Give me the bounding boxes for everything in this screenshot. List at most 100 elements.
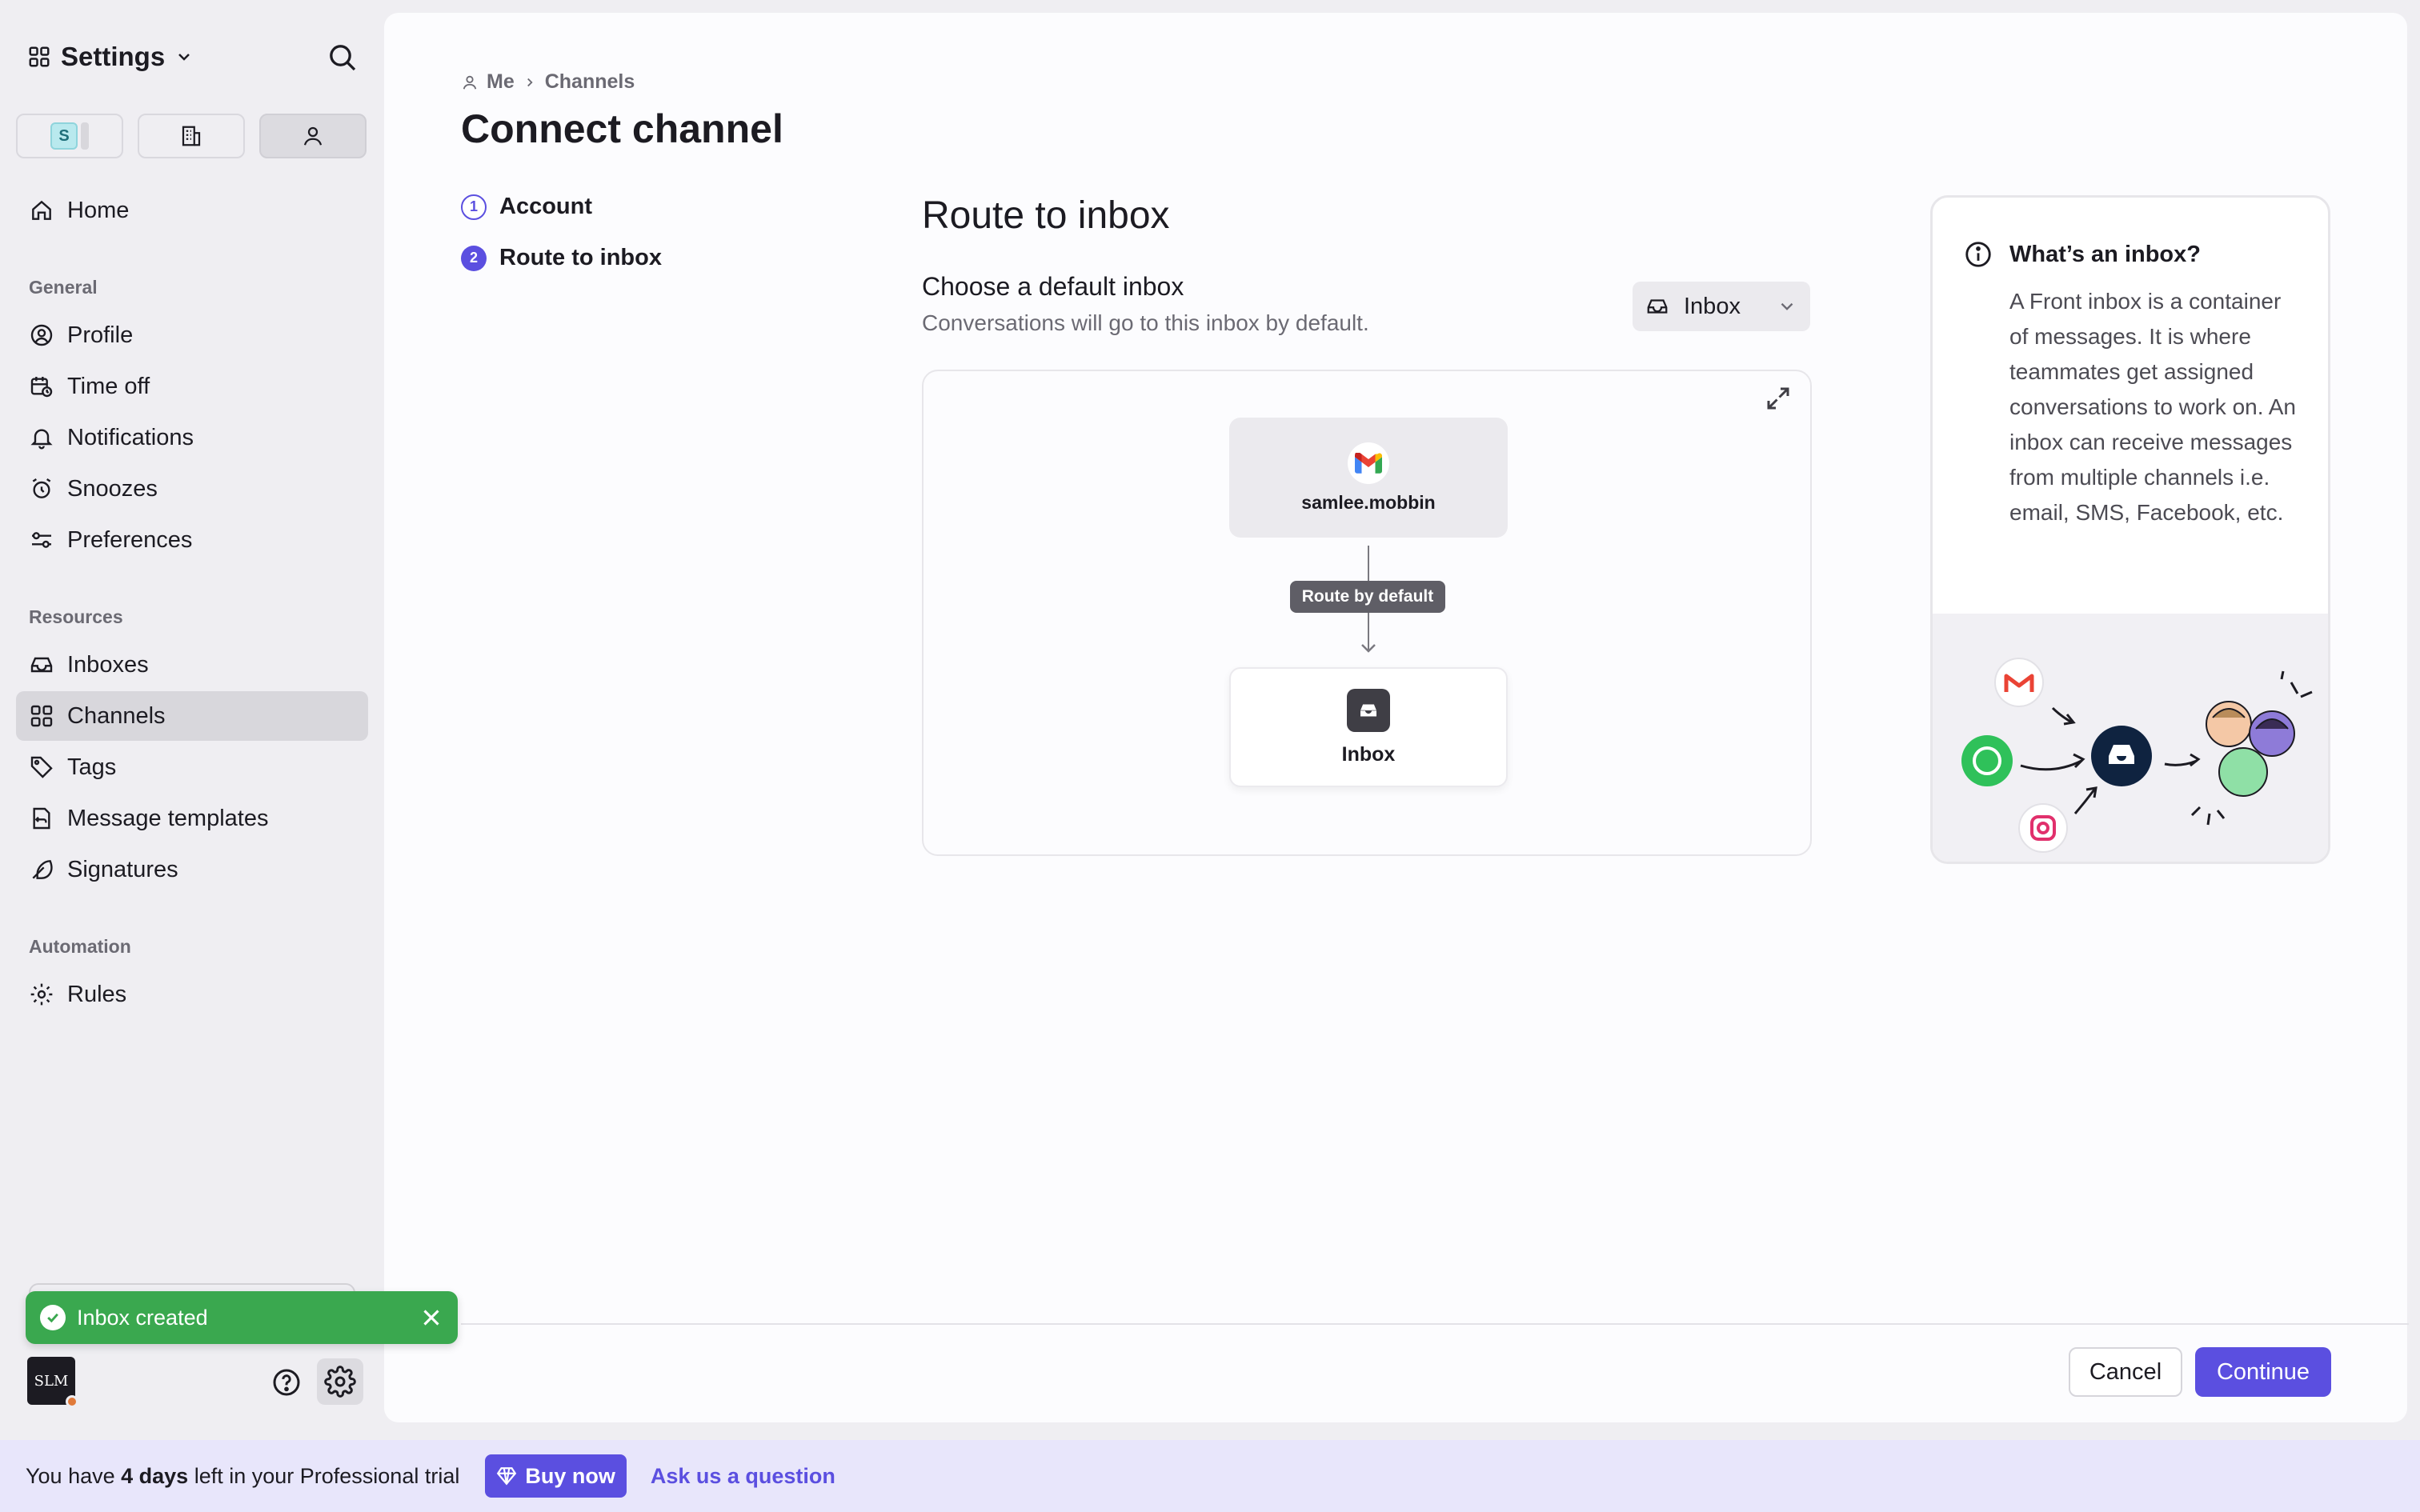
default-inbox-label: Choose a default inbox: [922, 272, 1184, 301]
inbox-icon: [1347, 688, 1390, 732]
settings-menu-button[interactable]: Settings: [27, 42, 194, 72]
inbox-select-value: Inbox: [1684, 293, 1741, 319]
sidebar-item-label: Time off: [67, 373, 150, 399]
target-inbox-card: Inbox: [1229, 667, 1508, 787]
avatar[interactable]: SLM: [27, 1357, 78, 1408]
sidebar-item-home[interactable]: Home: [16, 186, 368, 235]
sidebar-item-time-off[interactable]: Time off: [16, 362, 368, 411]
settings-button[interactable]: [317, 1358, 363, 1405]
buy-now-button[interactable]: Buy now: [485, 1454, 627, 1498]
breadcrumb-channels[interactable]: Channels: [545, 70, 635, 94]
default-inbox-description: Conversations will go to this inbox by d…: [922, 310, 1369, 335]
bell-icon: [30, 429, 53, 450]
sidebar-item-inboxes[interactable]: Inboxes: [16, 640, 368, 690]
diamond-icon: [497, 1467, 517, 1486]
sidebar-item-label: Inboxes: [67, 651, 149, 678]
feather-pen-icon: [32, 860, 53, 879]
info-card-body: A Front inbox is a container of messages…: [2009, 289, 2296, 525]
sidebar-item-label: Tags: [67, 754, 117, 780]
expand-button[interactable]: [1764, 384, 1796, 416]
inbox-icon: [1647, 299, 1668, 314]
sidebar-item-label: Message templates: [67, 805, 269, 831]
sidebar-item-rules[interactable]: Rules: [16, 970, 368, 1019]
sidebar-item-notifications[interactable]: Notifications: [16, 413, 368, 462]
sidebar-item-channels[interactable]: Channels: [16, 691, 368, 741]
document-reply-icon: [33, 807, 50, 830]
sidebar-item-label: Notifications: [67, 424, 194, 450]
user-circle-icon: [30, 324, 53, 346]
source-channel-label: samlee.mobbin: [1301, 491, 1436, 513]
sidebar-item-signatures[interactable]: Signatures: [16, 845, 368, 894]
trial-suffix: left in your Professional trial: [188, 1463, 460, 1488]
workspace-avatar-stack: [81, 122, 89, 150]
routing-diagram: samlee.mobbin Route by default Inbox: [922, 370, 1812, 856]
page-title: Connect channel: [461, 106, 783, 151]
tag-icon: [30, 756, 53, 778]
sidebar-item-message-templates[interactable]: Message templates: [16, 794, 368, 843]
avatar-initials: SLM: [34, 1372, 69, 1390]
home-icon: [32, 200, 51, 220]
building-icon: [182, 126, 201, 146]
continue-button[interactable]: Continue: [2195, 1347, 2331, 1397]
sidebar-item-tags[interactable]: Tags: [16, 742, 368, 792]
question-circle-icon: [273, 1369, 300, 1396]
sidebar-footer: SLM: [27, 1357, 363, 1408]
sidebar-item-label: Snoozes: [67, 475, 158, 502]
chevron-down-icon: [178, 54, 190, 61]
sidebar: Settings S Home General Profile Time off…: [0, 0, 384, 1440]
sidebar-item-label: Rules: [67, 981, 127, 1007]
cancel-button[interactable]: Cancel: [2069, 1347, 2182, 1397]
me-tab[interactable]: [259, 114, 367, 158]
footer-divider: [461, 1323, 2409, 1325]
arrow-down-icon: [1361, 644, 1376, 653]
alarm-clock-icon: [32, 478, 51, 498]
expand-icon: [1767, 387, 1789, 410]
search-icon: [330, 45, 356, 71]
gear-icon: [30, 983, 53, 1006]
info-icon: [1965, 242, 1991, 267]
section-title: Route to inbox: [922, 194, 1170, 237]
workspace-avatar: S: [50, 122, 78, 150]
breadcrumb: Me Channels: [461, 70, 635, 94]
info-card: What’s an inbox? A Front inbox is a cont…: [1930, 195, 2330, 864]
step-route-to-inbox[interactable]: 2 Route to inbox: [461, 245, 662, 271]
company-tab[interactable]: [138, 114, 245, 158]
status-dot: [66, 1395, 78, 1408]
sidebar-item-label: Channels: [67, 702, 166, 729]
info-card-header: What’s an inbox?: [1963, 239, 2201, 270]
route-badge: Route by default: [1290, 581, 1445, 613]
gmail-icon: [1348, 442, 1389, 484]
target-inbox-label: Inbox: [1341, 742, 1396, 766]
inbox-select[interactable]: Inbox: [1633, 282, 1810, 331]
main-panel: Me Channels Connect channel 1 Account 2 …: [384, 13, 2409, 1422]
search-button[interactable]: [327, 42, 362, 77]
step-label: Route to inbox: [499, 245, 662, 270]
sliders-icon: [32, 532, 51, 548]
grid-icon: [30, 705, 53, 727]
channels-illustration: [1933, 614, 2328, 862]
gear-icon: [324, 1366, 356, 1398]
sidebar-item-snoozes[interactable]: Snoozes: [16, 464, 368, 514]
breadcrumb-me[interactable]: Me: [487, 70, 515, 94]
sidebar-item-label: Preferences: [67, 526, 193, 553]
sidebar-item-preferences[interactable]: Preferences: [16, 515, 368, 565]
inbox-icon: [30, 657, 53, 673]
sidebar-tabs: S: [16, 114, 367, 158]
sidebar-item-label: Signatures: [67, 856, 178, 882]
channels-illustration-graphic: [1961, 658, 2313, 853]
step-number: 2: [461, 245, 487, 271]
trial-days: 4 days: [121, 1463, 189, 1488]
ask-question-link[interactable]: Ask us a question: [651, 1464, 835, 1489]
chevron-right-icon: [527, 78, 533, 86]
source-channel-card: samlee.mobbin: [1229, 418, 1508, 538]
sidebar-item-profile[interactable]: Profile: [16, 310, 368, 360]
step-number: 1: [461, 194, 487, 220]
step-account[interactable]: 1 Account: [461, 194, 592, 220]
trial-prefix: You have: [26, 1463, 122, 1488]
section-label-resources: Resources: [29, 606, 123, 627]
toast-close-button[interactable]: [418, 1304, 445, 1331]
user-icon: [303, 126, 323, 146]
help-button[interactable]: [267, 1363, 306, 1402]
step-label: Account: [499, 194, 592, 219]
personal-workspace-tab[interactable]: S: [16, 114, 123, 158]
